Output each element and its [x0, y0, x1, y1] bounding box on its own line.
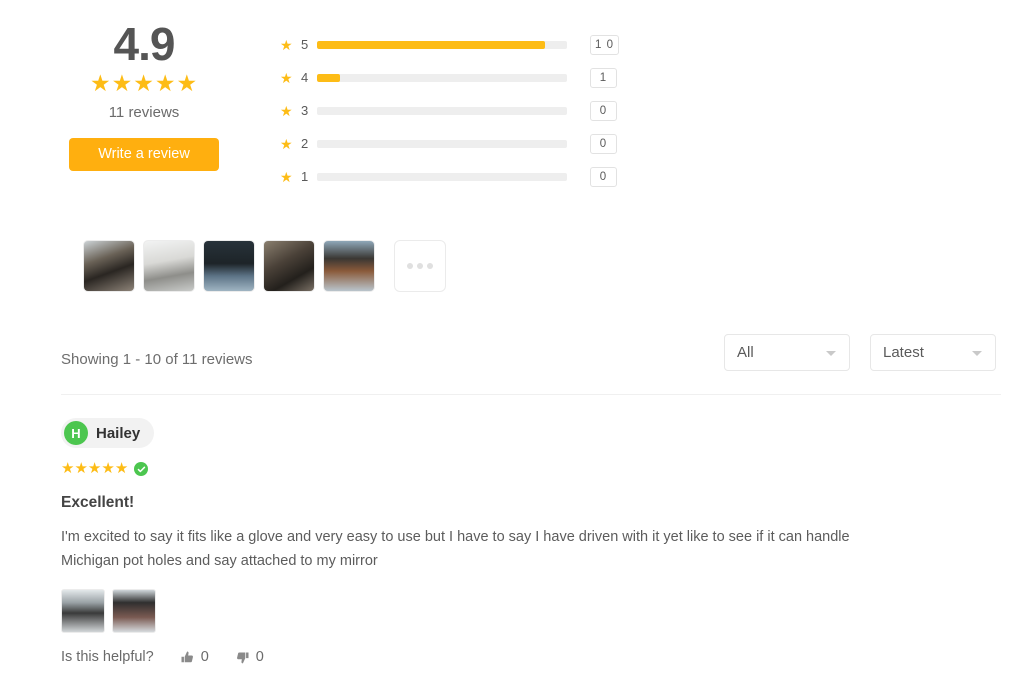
verified-badge-icon	[134, 462, 149, 476]
star-icon: ★	[114, 460, 129, 477]
customer-photo-thumbnail[interactable]	[203, 240, 255, 292]
star-icon: ★	[280, 168, 293, 185]
score-column: 4.9 ★★★★★ 11 reviews Write a review	[69, 18, 219, 171]
helpful-downvote-button[interactable]: 0	[235, 649, 264, 665]
write-review-button[interactable]: Write a review	[69, 138, 219, 171]
star-icon: ★	[280, 135, 293, 152]
distribution-bar-fill	[317, 73, 340, 82]
star-icon: ★	[87, 460, 102, 477]
more-photos-button[interactable]	[394, 240, 446, 292]
distribution-bar-track	[317, 106, 567, 115]
ellipsis-icon	[427, 263, 433, 269]
customer-photo-thumbnail[interactable]	[323, 240, 375, 292]
distribution-star-label: 5	[301, 37, 309, 52]
photo-image	[204, 241, 254, 291]
distribution-bar-track	[317, 172, 567, 181]
review-photo-thumbnail[interactable]	[112, 589, 156, 633]
photo-image	[113, 590, 155, 632]
thumbs-down-icon	[236, 652, 249, 663]
distribution-count: 0	[590, 166, 617, 187]
review-rating-stars: ★★★★★	[61, 461, 128, 477]
customer-photo-thumbnail[interactable]	[263, 240, 315, 292]
review-author: H Hailey	[61, 418, 155, 448]
star-icon: ★	[101, 460, 115, 477]
star-icon: ★	[280, 102, 293, 119]
review-author-name: Hailey	[96, 424, 141, 442]
review-photos	[61, 589, 961, 633]
showing-count-label: Showing 1 - 10 of 11 reviews	[61, 351, 253, 368]
distribution-star-label: 1	[301, 169, 309, 184]
star-icon: ★	[133, 70, 155, 96]
reviews-page: 4.9 ★★★★★ 11 reviews Write a review ★ 5 …	[0, 0, 1024, 683]
distribution-count: 0	[590, 133, 617, 154]
star-icon: ★	[74, 460, 88, 477]
photo-image	[324, 241, 374, 291]
thumbs-up-icon	[181, 651, 193, 662]
star-icon: ★	[89, 70, 112, 96]
distribution-row-3[interactable]: ★ 3 0	[280, 94, 625, 127]
helpful-downvote-count: 0	[255, 649, 264, 665]
ellipsis-icon	[407, 263, 413, 269]
reviews-summary: 4.9 ★★★★★ 11 reviews Write a review ★ 5 …	[0, 0, 1024, 205]
chevron-down-icon	[972, 350, 982, 356]
distribution-star-label: 3	[301, 103, 309, 118]
helpful-question-label: Is this helpful?	[61, 649, 154, 665]
sort-select-value: Latest	[883, 344, 924, 361]
filter-select-value: All	[737, 344, 754, 361]
average-rating-stars: ★★★★★	[69, 72, 219, 95]
avatar: H	[64, 421, 88, 445]
star-icon: ★	[61, 460, 75, 477]
star-icon: ★	[111, 70, 134, 96]
review-photo-thumbnail[interactable]	[61, 589, 105, 633]
customer-photos-strip	[83, 240, 446, 292]
photo-image	[264, 241, 314, 291]
star-icon: ★	[280, 36, 293, 53]
star-icon: ★	[154, 70, 177, 96]
distribution-bar-fill	[317, 40, 545, 49]
photo-image	[62, 590, 104, 632]
rating-distribution: ★ 5 1 0 ★ 4 1 ★ 3 0 ★ 2 0 ★ 1 0	[280, 28, 625, 193]
distribution-row-1[interactable]: ★ 1 0	[280, 160, 625, 193]
sort-select[interactable]: Latest	[870, 334, 996, 371]
distribution-row-5[interactable]: ★ 5 1 0	[280, 28, 625, 61]
helpful-upvote-button[interactable]: 0	[180, 649, 209, 665]
distribution-star-label: 4	[301, 70, 309, 85]
distribution-bar-track	[317, 40, 567, 49]
average-score: 4.9	[113, 18, 176, 70]
customer-photo-thumbnail[interactable]	[83, 240, 135, 292]
review-title: Excellent!	[61, 494, 135, 511]
review-item: H Hailey ★★★★★ Excellent! I'm excited to…	[61, 418, 961, 665]
distribution-bar-track	[317, 139, 567, 148]
distribution-star-label: 2	[301, 136, 309, 151]
distribution-count: 1	[590, 67, 617, 88]
review-helpful-row: Is this helpful? 0 0	[61, 649, 961, 665]
photo-image	[144, 241, 194, 291]
ellipsis-icon	[417, 263, 423, 269]
distribution-row-4[interactable]: ★ 4 1	[280, 61, 625, 94]
distribution-count: 0	[590, 100, 617, 121]
review-rating-row: ★★★★★	[61, 461, 961, 477]
chevron-down-icon	[826, 350, 836, 356]
distribution-count: 1 0	[590, 34, 619, 55]
photo-image	[84, 241, 134, 291]
filter-select[interactable]: All	[724, 334, 850, 371]
distribution-bar-track	[317, 73, 567, 82]
star-icon: ★	[280, 69, 293, 86]
review-body: I'm excited to say it fits like a glove …	[61, 529, 850, 569]
distribution-row-2[interactable]: ★ 2 0	[280, 127, 625, 160]
reviews-controls: All Latest	[724, 334, 996, 371]
star-icon: ★	[176, 70, 199, 96]
section-divider	[61, 394, 1001, 395]
total-review-count: 11 reviews	[108, 104, 180, 121]
customer-photo-thumbnail[interactable]	[143, 240, 195, 292]
helpful-upvote-count: 0	[200, 649, 209, 665]
